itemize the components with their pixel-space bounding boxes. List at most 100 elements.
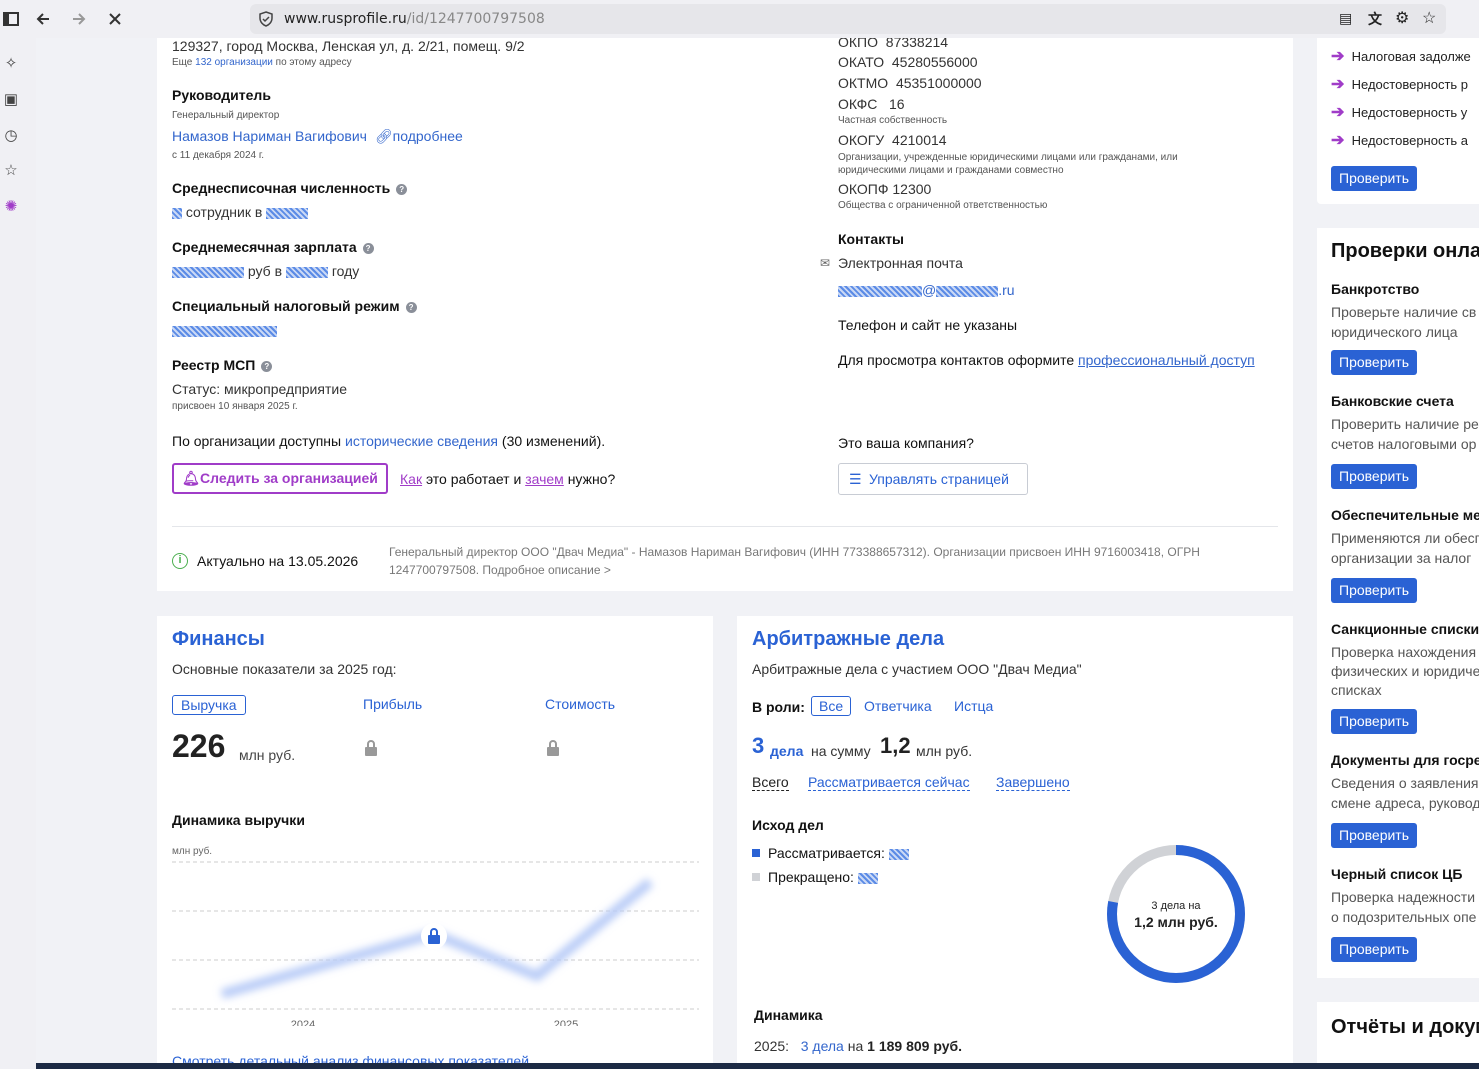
arb-dynamics-row: 2025: 3 дела на 1 189 809 руб.	[754, 1038, 963, 1054]
tab-revenue[interactable]: Выручка	[172, 695, 246, 715]
forward-icon[interactable]	[68, 8, 90, 30]
filter-done[interactable]: Завершено	[996, 774, 1070, 791]
email-label: Электронная почта	[838, 255, 963, 271]
revenue-unit: млн руб.	[239, 747, 296, 763]
head-title: Руководитель	[172, 87, 271, 103]
browser-toolbar: www.rusprofile.ru/id/1247700797508 ▤ 文 ⚙…	[0, 0, 1479, 38]
sum-value: 1,2	[880, 733, 911, 758]
help-icon[interactable]: ?	[405, 302, 417, 313]
settings-sliders-icon: ☰	[849, 471, 862, 487]
head-role: Генеральный директор	[172, 110, 280, 121]
head-name-link[interactable]: Намазов Нариман Вагифович	[172, 128, 367, 144]
outcome-title: Исход дел	[752, 817, 824, 833]
help-icon[interactable]: ?	[261, 361, 273, 372]
help-icon[interactable]: ?	[396, 184, 408, 195]
sidebar-toggle-icon[interactable]	[0, 8, 22, 30]
why-link[interactable]: зачем	[525, 471, 564, 487]
back-icon[interactable]	[32, 8, 54, 30]
extension-sidebar-icon[interactable]: ✺	[0, 195, 22, 217]
sum-unit: млн руб.	[916, 743, 973, 759]
code-okfs: ОКФС 16	[838, 96, 905, 112]
check-desc: списках	[1331, 682, 1382, 698]
stop-icon[interactable]	[104, 8, 126, 30]
role-all[interactable]: Все	[811, 696, 852, 716]
role-label: В роли:	[752, 699, 805, 715]
warning-item[interactable]: ➔ Налоговая задолже	[1331, 46, 1471, 66]
extension-icon[interactable]: ⚙	[1395, 8, 1409, 28]
pro-access-text: Для просмотра контактов оформите професс…	[838, 352, 1255, 368]
arbitration-title[interactable]: Арбитражные дела	[752, 628, 944, 651]
finance-title[interactable]: Финансы	[172, 628, 265, 651]
arbitration-subtitle: Арбитражные дела с участием ООО "Двач Ме…	[752, 661, 1082, 677]
role-defendant[interactable]: Ответчика	[864, 698, 932, 714]
arb-dyn-link[interactable]: 3 дела	[801, 1038, 844, 1054]
revenue-value: 226	[172, 728, 226, 764]
check-desc: юридического лица	[1331, 324, 1458, 340]
online-checks-title: Проверки онла	[1331, 240, 1479, 262]
how-link[interactable]: Как	[400, 471, 422, 487]
check-button[interactable]: Проверить	[1331, 166, 1418, 191]
lock-icon	[547, 740, 559, 756]
check-sanctions-button[interactable]: Проверить	[1331, 709, 1418, 734]
summary-line2[interactable]: 1247700797508. Подробное описание >	[389, 563, 611, 577]
warning-item[interactable]: ➔ Недостоверность р	[1331, 74, 1468, 94]
salary-value: руб в году	[172, 263, 359, 279]
follow-button[interactable]: 🔔︎ Следить за организацией	[172, 463, 388, 494]
address-bar[interactable]: www.rusprofile.ru/id/1247700797508 ▤ 文 ⚙…	[250, 4, 1446, 34]
reader-mode-icon[interactable]: ▤	[1339, 10, 1352, 27]
check-desc: Проверка надежности	[1331, 889, 1476, 905]
check-measures-button[interactable]: Проверить	[1331, 578, 1418, 603]
code-okogu: ОКОГУ 4210014	[838, 132, 947, 148]
reports-title: Отчёты и докум	[1331, 1016, 1479, 1038]
revenue-dynamics-title: Динамика выручки	[172, 812, 305, 828]
lock-icon	[365, 740, 377, 756]
x-tick-label: 2024	[291, 1019, 315, 1026]
legend-closed: Прекращено:	[768, 869, 878, 885]
cases-count[interactable]: 3	[752, 733, 764, 759]
role-plaintiff[interactable]: Истца	[954, 698, 993, 714]
bookmark-star-icon[interactable]: ☆	[1422, 8, 1436, 28]
history-link[interactable]: исторические сведения	[345, 433, 498, 449]
check-desc: Проверьте наличие св	[1331, 304, 1477, 320]
warning-item[interactable]: ➔ Недостоверность у	[1331, 102, 1467, 122]
help-icon[interactable]: ?	[362, 243, 374, 254]
tax-value	[172, 322, 277, 338]
history-icon[interactable]: ◷	[0, 124, 22, 146]
your-company-text: Это ваша компания?	[838, 435, 974, 451]
bookmarks-icon[interactable]: ☆	[0, 159, 22, 181]
check-accounts-button[interactable]: Проверить	[1331, 464, 1418, 489]
warnings-card: ➔ Налоговая задолже ➔ Недостоверность р …	[1317, 38, 1479, 204]
translate-icon[interactable]: 文	[1368, 9, 1382, 29]
head-more-link[interactable]: подробнее	[393, 128, 463, 144]
ai-sparkle-icon[interactable]: ✧	[0, 52, 22, 74]
actual-date: Актуально на 13.05.2026	[197, 553, 359, 569]
synced-tabs-icon[interactable]: ▣	[0, 88, 22, 110]
legend-closed-swatch	[752, 873, 760, 881]
tab-value[interactable]: Стоимость	[545, 696, 615, 712]
address-text: 129327, город Москва, Ленская ул, д. 2/2…	[172, 38, 525, 54]
address-more-link[interactable]: 132 организации	[195, 57, 273, 68]
url-text: www.rusprofile.ru/id/1247700797508	[284, 11, 545, 27]
divider	[172, 526, 1278, 527]
check-bankruptcy-button[interactable]: Проверить	[1331, 350, 1418, 375]
filter-active[interactable]: Рассматривается сейчас	[808, 774, 970, 791]
finance-card: Финансы Основные показатели за 2025 год:…	[157, 616, 713, 1069]
code-okogu-note: Организации, учрежденные юридическими ли…	[838, 152, 1178, 176]
check-desc: Применяются ли обесп	[1331, 530, 1479, 546]
bell-icon: 🔔︎	[182, 470, 200, 486]
pro-access-link[interactable]: профессиональный доступ	[1078, 352, 1255, 368]
filter-all[interactable]: Всего	[752, 774, 789, 791]
history-text: По организации доступны исторические све…	[172, 433, 606, 449]
check-docs-button[interactable]: Проверить	[1331, 823, 1418, 848]
info-icon: i	[172, 553, 188, 569]
head-row: Намазов Нариман Вагифович 🔗︎подробнее	[172, 128, 463, 145]
warning-item[interactable]: ➔ Недостоверность а	[1331, 130, 1468, 150]
tab-profit[interactable]: Прибыль	[363, 696, 422, 712]
email-link[interactable]: @ .ru	[838, 282, 1015, 298]
cases-word[interactable]: дела	[770, 743, 803, 759]
legend-active: Рассматривается:	[768, 845, 909, 861]
check-desc: Проверка нахождения	[1331, 644, 1477, 660]
check-cb-button[interactable]: Проверить	[1331, 937, 1418, 962]
manage-page-button[interactable]: ☰ Управлять страницей	[838, 463, 1028, 495]
phone-none: Телефон и сайт не указаны	[838, 317, 1018, 333]
